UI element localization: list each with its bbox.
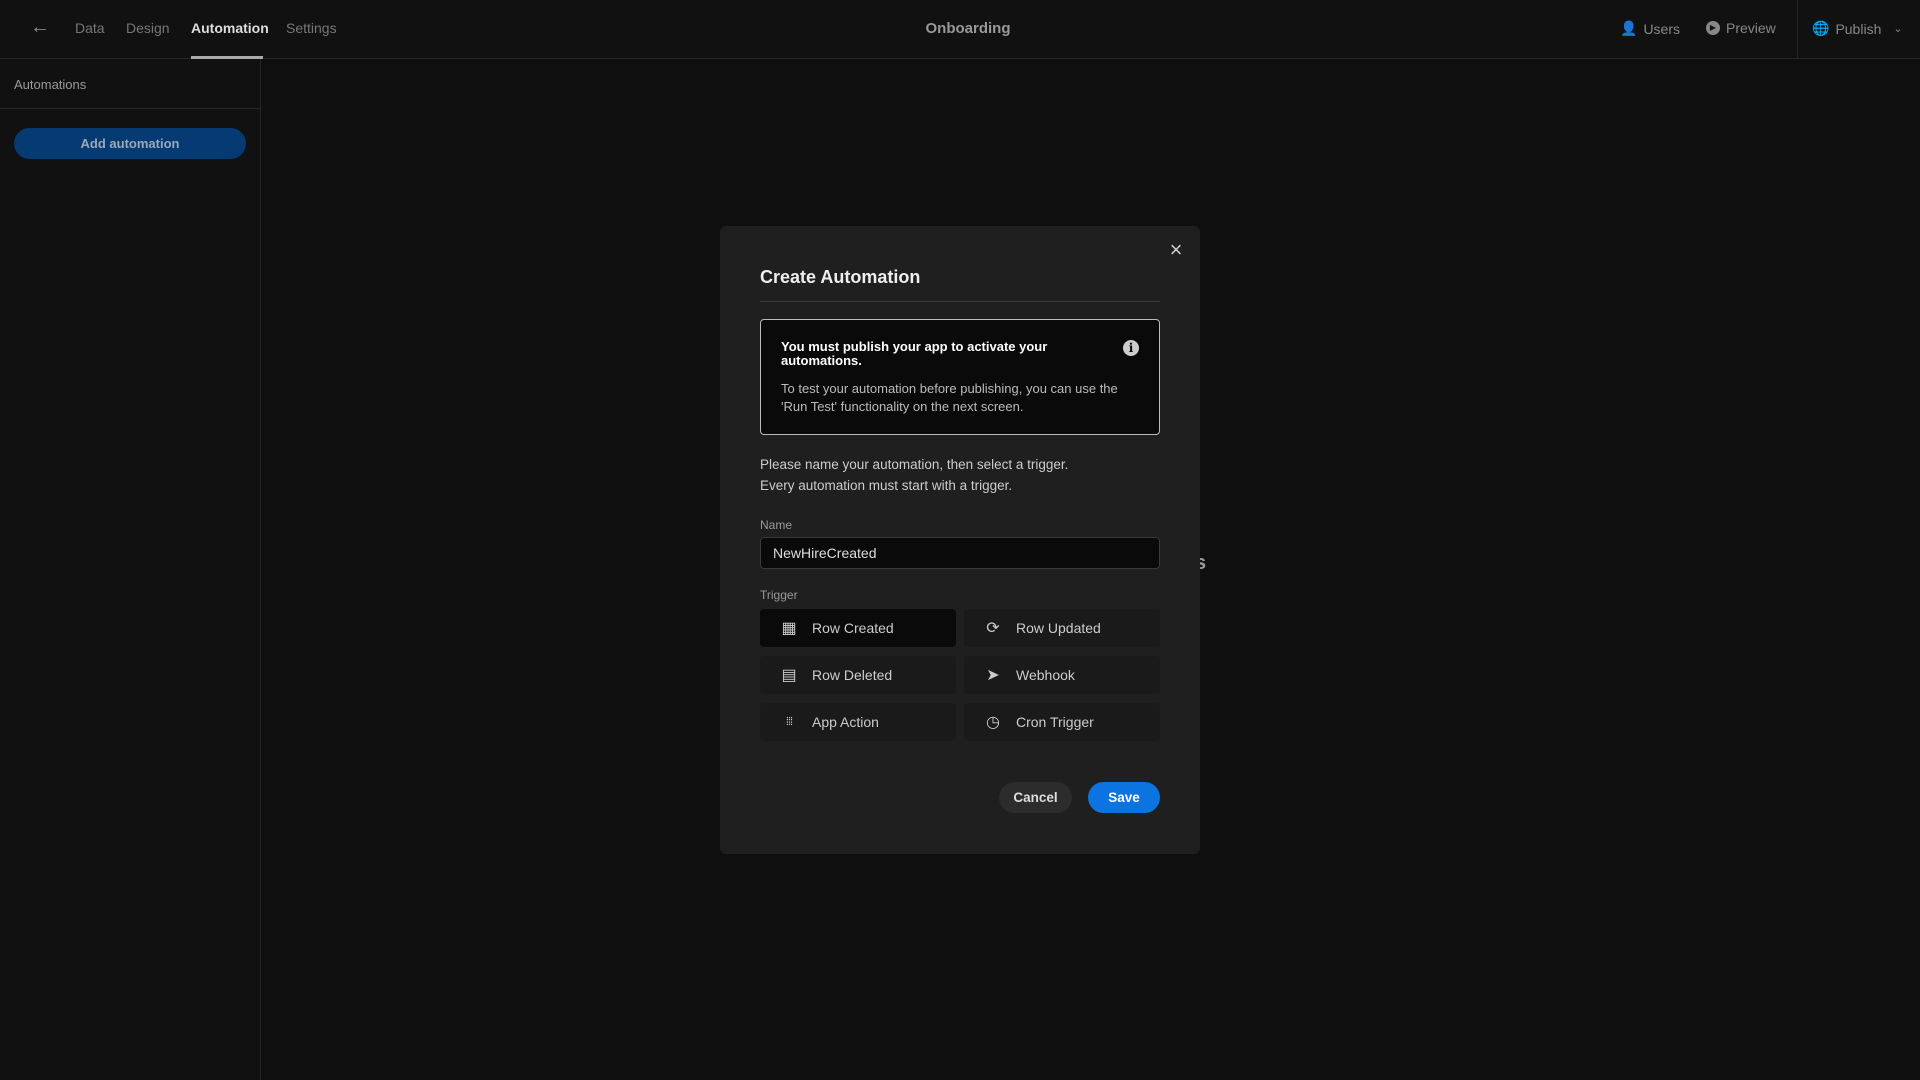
cancel-button[interactable]: Cancel xyxy=(999,782,1072,813)
users-button[interactable]: 👤 Users xyxy=(1620,20,1680,37)
close-icon[interactable]: × xyxy=(1166,239,1186,261)
trigger-label-text: Row Updated xyxy=(1016,620,1101,636)
divider xyxy=(1797,0,1798,59)
sidebar-header: Automations xyxy=(0,59,260,109)
divider xyxy=(760,301,1160,302)
trigger-row-deleted[interactable]: ▤ Row Deleted xyxy=(760,656,956,694)
send-icon: ➤ xyxy=(986,667,1000,684)
preview-label: Preview xyxy=(1726,20,1776,36)
trigger-label-text: Webhook xyxy=(1016,667,1075,683)
chevron-down-icon[interactable]: ⌄ xyxy=(1893,22,1902,35)
add-automation-button[interactable]: Add automation xyxy=(14,128,246,159)
trigger-label-text: Cron Trigger xyxy=(1016,714,1094,730)
instructions: Please name your automation, then select… xyxy=(760,454,1068,496)
users-label: Users xyxy=(1643,20,1680,37)
trigger-label-text: Row Created xyxy=(812,620,894,636)
table-plus-icon: ▦ xyxy=(781,620,797,637)
notice-heading: You must publish your app to activate yo… xyxy=(781,339,1048,368)
globe-off-icon: 🌐 xyxy=(1812,20,1830,36)
modal-title: Create Automation xyxy=(760,267,921,287)
clock-icon: ◷ xyxy=(986,714,1000,731)
instruction-line: Please name your automation, then select… xyxy=(760,457,1069,472)
instruction-line: Every automation must start with a trigg… xyxy=(760,478,1013,493)
preview-button[interactable]: ▶ Preview xyxy=(1706,20,1776,36)
name-input[interactable] xyxy=(760,537,1160,569)
grid-dots-icon: ⁞⁞⁞ xyxy=(785,716,793,728)
trigger-label-text: Row Deleted xyxy=(812,667,893,683)
trigger-row-created[interactable]: ▦ Row Created xyxy=(760,609,956,647)
save-button[interactable]: Save xyxy=(1088,782,1160,813)
publish-button[interactable]: 🌐 Publish ⌄ xyxy=(1812,20,1903,37)
table-minus-icon: ▤ xyxy=(781,667,797,684)
trigger-row-updated[interactable]: ⟳ Row Updated xyxy=(964,609,1160,647)
create-automation-modal: × Create Automation i You must publish y… xyxy=(720,226,1200,854)
sidebar: Automations Add automation xyxy=(0,59,261,1080)
trigger-label-text: App Action xyxy=(812,714,879,730)
refresh-icon: ⟳ xyxy=(986,620,1000,637)
user-icon: 👤 xyxy=(1620,20,1638,36)
trigger-cron[interactable]: ◷ Cron Trigger xyxy=(964,703,1160,741)
info-icon: i xyxy=(1123,340,1139,356)
name-label: Name xyxy=(760,518,793,532)
trigger-app-action[interactable]: ⁞⁞⁞ App Action xyxy=(760,703,956,741)
trigger-label: Trigger xyxy=(760,588,798,602)
publish-notice: i You must publish your app to activate … xyxy=(760,319,1160,435)
notice-body: To test your automation before publishin… xyxy=(781,381,1118,414)
top-bar: ← Data Design Automation Settings Onboar… xyxy=(0,0,1920,59)
publish-label: Publish xyxy=(1835,20,1882,37)
trigger-webhook[interactable]: ➤ Webhook xyxy=(964,656,1160,694)
play-icon: ▶ xyxy=(1706,21,1720,35)
